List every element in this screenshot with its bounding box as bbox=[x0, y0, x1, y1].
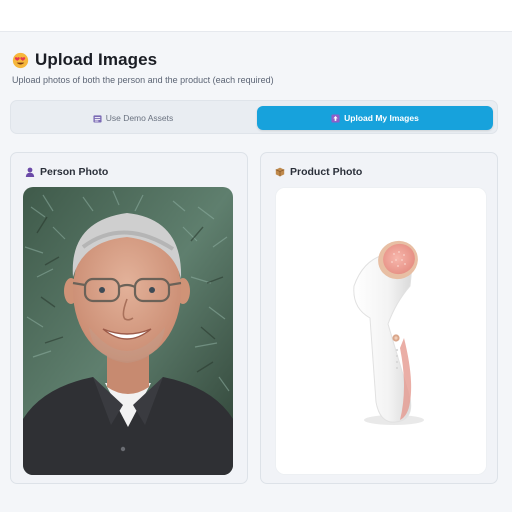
person-icon bbox=[25, 167, 35, 177]
image-source-toggle: Use Demo Assets Upload My Images bbox=[10, 100, 498, 134]
product-photo-image bbox=[276, 188, 486, 474]
product-photo-heading: Product Photo bbox=[275, 166, 362, 178]
use-demo-assets-label: Use Demo Assets bbox=[105, 113, 174, 123]
upload-header: Upload Images Upload photos of both the … bbox=[12, 50, 502, 85]
page-title: Upload Images bbox=[35, 50, 158, 69]
upload-icon bbox=[331, 113, 340, 123]
person-photo-title: Person Photo bbox=[40, 166, 109, 178]
person-photo-dropzone[interactable] bbox=[23, 187, 233, 475]
product-photo-dropzone[interactable] bbox=[275, 187, 487, 475]
title-row: Upload Images bbox=[12, 50, 502, 70]
product-photo-title: Product Photo bbox=[290, 166, 363, 178]
smiling-face-with-heart-eyes-icon bbox=[12, 52, 29, 69]
folder-icon bbox=[93, 114, 102, 123]
use-demo-assets-button[interactable]: Use Demo Assets bbox=[15, 106, 251, 130]
person-photo-heading: Person Photo bbox=[25, 166, 108, 178]
package-icon bbox=[275, 167, 285, 177]
page-subtitle: Upload photos of both the person and the… bbox=[12, 75, 274, 85]
person-photo-card: Person Photo bbox=[10, 152, 248, 484]
upload-my-images-button[interactable]: Upload My Images bbox=[257, 106, 493, 130]
product-photo-card: Product Photo bbox=[260, 152, 498, 484]
person-photo-image bbox=[23, 187, 233, 475]
upload-my-images-label: Upload My Images bbox=[344, 113, 419, 123]
top-bar bbox=[0, 0, 512, 32]
